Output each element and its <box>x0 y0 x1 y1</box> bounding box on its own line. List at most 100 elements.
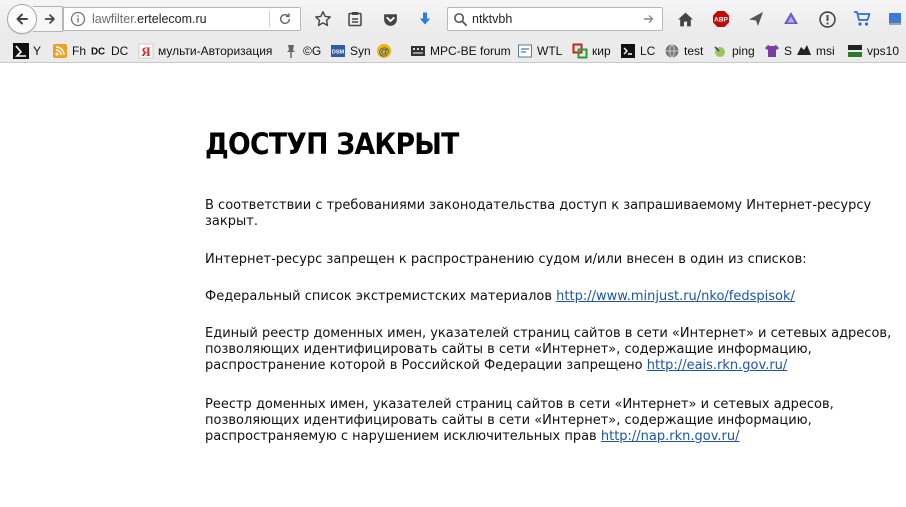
url-host: lawfilter. <box>92 12 138 26</box>
pocket-button[interactable] <box>380 9 400 29</box>
navigation-toolbar: lawfilter.ertelecom.ru ntktvbh ABP <box>0 0 906 38</box>
bookmark-label: MPC-BE forum <box>430 43 511 58</box>
pocket-icon <box>383 13 397 26</box>
bookmark-label: кир <box>592 43 611 58</box>
extension-overflow-icon <box>889 13 901 25</box>
film-icon <box>410 43 426 59</box>
bookmark-item[interactable]: Я мульти-Авторизация <box>138 41 272 60</box>
info-icon[interactable] <box>70 11 86 27</box>
svg-text:@: @ <box>379 46 390 58</box>
bookmark-label: ping <box>732 43 755 58</box>
bookmark-label: мульти-Авторизация <box>158 43 273 58</box>
bookmark-item[interactable]: @ <box>376 41 392 60</box>
bookmark-item[interactable]: vps10 <box>847 41 899 60</box>
menu-button[interactable] <box>887 9 903 29</box>
app-window-icon <box>517 43 533 59</box>
extremist-list-text: Федеральный список экстремистских матери… <box>205 289 557 304</box>
bookmark-label: Y <box>33 43 42 58</box>
cart-icon <box>854 11 871 26</box>
exclamation-circle-icon <box>818 10 836 28</box>
at-sign-icon: @ <box>376 43 392 59</box>
reading-list-button[interactable] <box>345 9 365 29</box>
clipboard-icon <box>348 12 362 27</box>
domain-registry-text: Единый реестр доменных имен, указателей … <box>205 326 892 373</box>
nap-link[interactable]: http://nap.rkn.gov.ru/ <box>601 429 740 444</box>
copyright-registry-paragraph: Реестр доменных имен, указателей страниц… <box>205 397 895 445</box>
home-icon <box>677 12 693 26</box>
search-go-icon[interactable] <box>642 12 656 26</box>
reason-paragraph: Интернет-ресурс запрещен к распространен… <box>205 252 807 267</box>
pin-icon <box>283 43 299 59</box>
bookmark-item[interactable]: кир <box>572 41 611 60</box>
downloads-button[interactable] <box>415 9 435 29</box>
bookmark-item[interactable]: LC <box>620 41 655 60</box>
svg-text:DC: DC <box>91 46 105 57</box>
svg-text:ABP: ABP <box>714 17 729 24</box>
search-input[interactable]: ntktvbh <box>472 12 642 26</box>
svg-text:DSM: DSM <box>332 49 345 55</box>
paper-plane-icon <box>749 12 763 26</box>
extension-shield-button[interactable] <box>781 9 801 29</box>
bookmarks-toolbar: Y Fh DC DC Я мульти-Авторизация ©G DSM S… <box>0 38 906 63</box>
bookmark-item[interactable]: ©G <box>283 41 321 60</box>
squares-icon <box>572 43 588 59</box>
server-icon <box>847 43 863 59</box>
bookmark-item[interactable]: MPC-BE forum <box>410 41 511 60</box>
terminal-icon <box>620 43 636 59</box>
domain-registry-paragraph: Единый реестр доменных имен, указателей … <box>205 326 895 374</box>
adblock-icon: ABP <box>713 11 729 27</box>
bookmark-item[interactable]: DSM Syn <box>330 41 371 60</box>
bookmark-item[interactable]: test <box>664 41 703 60</box>
bookmark-label: LC <box>640 43 656 58</box>
reload-button[interactable] <box>270 8 300 30</box>
bookmark-label: msi <box>816 43 835 58</box>
bookmark-label: vps10 <box>867 43 900 58</box>
reload-icon <box>279 13 291 25</box>
forward-arrow-icon <box>44 14 55 24</box>
bookmark-item[interactable]: ping <box>712 41 755 60</box>
page-title: ДОСТУП ЗАКРЫТ <box>205 127 459 161</box>
shopping-cart-button[interactable] <box>852 9 872 29</box>
forward-button[interactable] <box>33 6 63 32</box>
minjust-link[interactable]: http://www.minjust.ru/nko/fedspisok/ <box>556 289 795 304</box>
page-content: ДОСТУП ЗАКРЫТ В соответствии с требовани… <box>0 64 906 507</box>
bookmark-item[interactable]: DC DC <box>91 41 128 60</box>
bookmark-item[interactable]: msi <box>796 41 835 60</box>
eais-link[interactable]: http://eais.rkn.gov.ru/ <box>647 358 788 373</box>
triangle-shield-icon <box>784 12 798 24</box>
url-bar[interactable]: lawfilter.ertelecom.ru <box>63 7 301 31</box>
bookmark-item[interactable]: WTL <box>517 41 562 60</box>
bookmark-label: Fh <box>72 43 87 58</box>
back-arrow-icon <box>16 13 28 25</box>
bookmark-item[interactable]: S <box>764 41 792 60</box>
bookmark-label: DC <box>111 43 129 58</box>
bookmark-item[interactable]: Fh <box>52 41 86 60</box>
bookmark-label: WTL <box>537 43 563 58</box>
extension-arrow-button[interactable] <box>746 9 766 29</box>
adblock-plus-button[interactable]: ABP <box>711 9 731 29</box>
search-icon <box>454 12 468 26</box>
ping-icon <box>712 43 728 59</box>
url-domain: ertelecom.ru <box>137 12 207 26</box>
extremist-list-paragraph: Федеральный список экстремистских матери… <box>205 289 895 305</box>
dsm-icon: DSM <box>330 43 346 59</box>
bookmark-label: test <box>684 43 704 58</box>
star-icon <box>315 11 331 27</box>
bookmark-label: Syn <box>350 43 371 58</box>
home-button[interactable] <box>675 9 695 29</box>
svg-text:Я: Я <box>141 44 151 59</box>
bookmark-label: ©G <box>303 43 322 58</box>
bookmark-star-button[interactable] <box>313 9 333 29</box>
search-bar[interactable]: ntktvbh <box>447 7 663 31</box>
y-bookmark-icon <box>13 42 29 59</box>
back-button[interactable] <box>7 4 37 34</box>
bookmark-item[interactable]: Y <box>13 41 41 60</box>
tshirt-icon <box>764 43 780 59</box>
bookmark-label: S <box>784 43 793 58</box>
url-text[interactable]: lawfilter.ertelecom.ru <box>92 12 269 26</box>
nav-buttons <box>7 4 63 34</box>
yandex-icon: Я <box>138 43 154 59</box>
dragon-icon <box>796 43 812 59</box>
globe-icon <box>664 43 680 59</box>
extension-info-button[interactable] <box>817 9 837 29</box>
